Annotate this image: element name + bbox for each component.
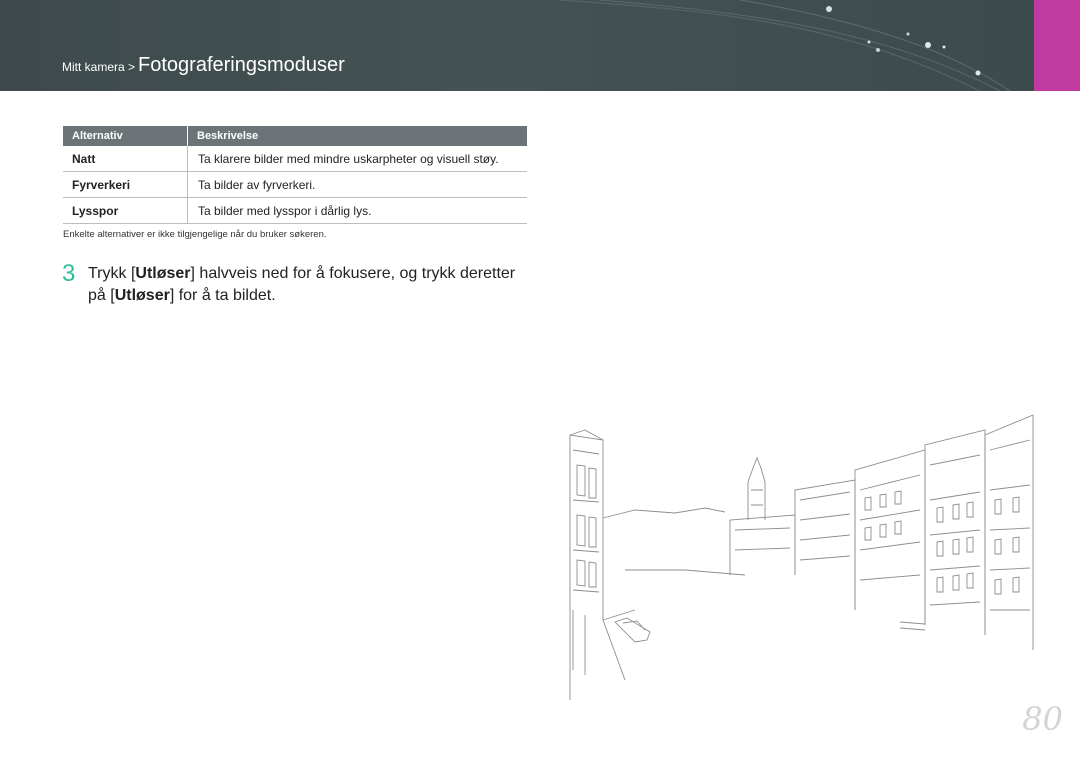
options-table: Alternativ Beskrivelse Natt Ta klarere b… xyxy=(63,126,527,224)
shutter-button-label: Utløser xyxy=(114,287,170,304)
table-row: Lysspor Ta bilder med lysspor i dårlig l… xyxy=(63,198,527,224)
option-description: Ta bilder med lysspor i dårlig lys. xyxy=(187,198,371,223)
page-number: 80 xyxy=(1022,700,1063,738)
breadcrumb-current: Fotograferingsmoduser xyxy=(138,54,345,76)
option-name: Lysspor xyxy=(72,203,119,218)
header-decoration xyxy=(559,0,1011,91)
option-name: Fyrverkeri xyxy=(72,177,131,192)
option-description: Ta bilder av fyrverkeri. xyxy=(187,172,315,197)
table-row: Natt Ta klarere bilder med mindre uskarp… xyxy=(63,146,527,172)
step-instruction: Trykk [Utløser] halvveis ned for å fokus… xyxy=(88,263,528,307)
chapter-tab[interactable] xyxy=(1034,0,1080,91)
column-header-description: Beskrivelse xyxy=(187,126,258,146)
step-text-part: Trykk [ xyxy=(88,265,136,282)
shutter-button-label: Utløser xyxy=(135,265,191,282)
breadcrumb-parent[interactable]: Mitt kamera > xyxy=(62,60,135,74)
table-row: Fyrverkeri Ta bilder av fyrverkeri. xyxy=(63,172,527,198)
option-description: Ta klarere bilder med mindre uskarpheter… xyxy=(187,146,499,171)
table-note: Enkelte alternativer er ikke tilgjengeli… xyxy=(63,229,327,240)
page-header: Mitt kamera > Fotograferingsmoduser xyxy=(0,0,1080,91)
breadcrumb: Mitt kamera > Fotograferingsmoduser xyxy=(62,54,345,77)
table-header: Alternativ Beskrivelse xyxy=(63,126,527,146)
step-number: 3 xyxy=(62,260,76,287)
option-name: Natt xyxy=(72,151,96,166)
step-text-part: ] for å ta bildet. xyxy=(169,287,276,304)
column-header-option: Alternativ xyxy=(72,130,123,142)
city-canal-illustration xyxy=(569,414,1034,700)
